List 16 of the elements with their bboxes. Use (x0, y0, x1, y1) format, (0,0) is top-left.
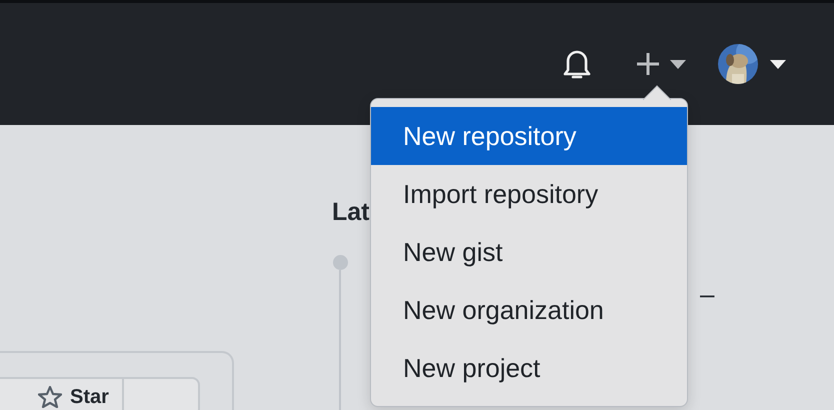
notifications-button[interactable] (562, 48, 592, 80)
star-icon (38, 386, 62, 408)
create-new-button[interactable] (636, 52, 686, 76)
section-heading: Lat (332, 198, 370, 228)
plus-icon (636, 52, 660, 76)
bell-icon (562, 48, 592, 80)
caret-icon (670, 60, 686, 68)
star-button[interactable]: Star (0, 377, 200, 410)
menu-item[interactable]: New repository (371, 107, 687, 165)
menu-item[interactable]: Import repository (371, 165, 687, 223)
dash-text: – (700, 279, 714, 311)
profile-button[interactable] (718, 44, 786, 84)
menu-item[interactable]: New organization (371, 281, 687, 339)
caret-icon (770, 60, 786, 68)
menu-item[interactable]: New project (371, 339, 687, 397)
menu-item[interactable]: New gist (371, 223, 687, 281)
